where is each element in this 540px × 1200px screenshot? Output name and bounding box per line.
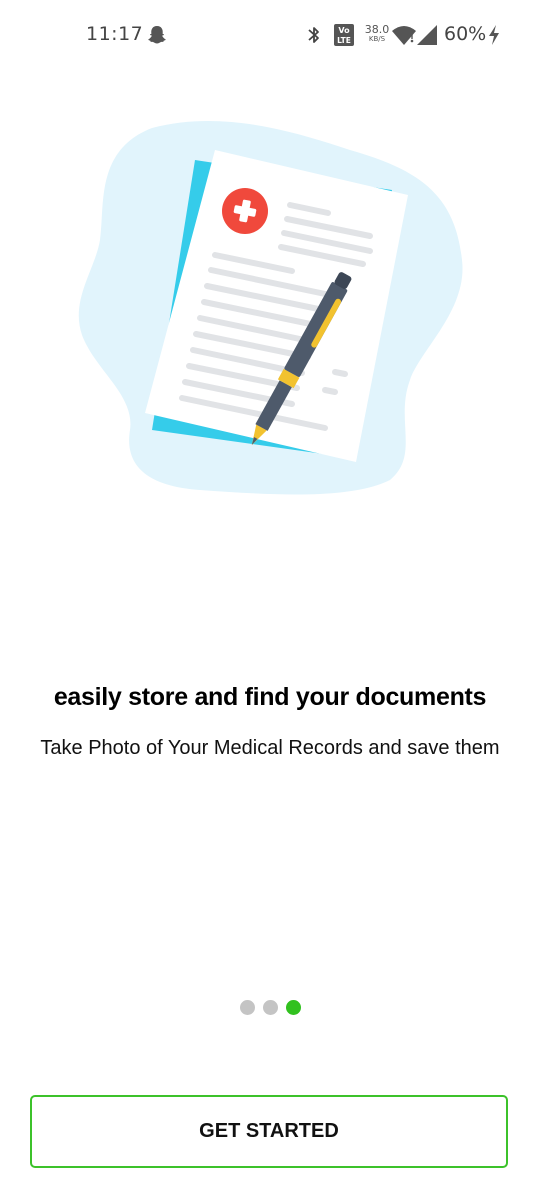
wifi-icon	[391, 24, 417, 51]
snapchat-notification-icon	[146, 24, 168, 51]
volte-icon: Vo LTE	[333, 23, 355, 52]
status-bar: 11:17 Vo LTE 38.0 KB/S 60%	[0, 0, 540, 70]
battery-percent: 60%	[444, 23, 487, 45]
svg-text:LTE: LTE	[337, 36, 351, 45]
cell-signal-icon	[416, 24, 438, 51]
onboarding-screen: 11:17 Vo LTE 38.0 KB/S 60% easily store …	[0, 0, 540, 1200]
page-dot-3-active[interactable]	[285, 1000, 301, 1015]
page-dot-2[interactable]	[262, 1000, 278, 1015]
bluetooth-icon	[306, 25, 322, 50]
medical-document-illustration	[70, 110, 470, 500]
network-speed-unit: KB/S	[368, 35, 386, 43]
svg-text:Vo: Vo	[338, 26, 350, 35]
onboarding-headline: easily store and find your documents	[53, 683, 487, 711]
status-time: 11:17	[86, 23, 144, 45]
network-speed: 38.0 KB/S	[364, 24, 390, 43]
page-dot-1[interactable]	[239, 1000, 255, 1015]
network-speed-value: 38.0	[364, 23, 390, 36]
charging-icon	[487, 24, 501, 51]
get-started-button[interactable]: GET STARTED	[30, 1095, 508, 1168]
page-indicator	[0, 1000, 540, 1016]
onboarding-subtitle: Take Photo of Your Medical Records and s…	[40, 737, 500, 759]
